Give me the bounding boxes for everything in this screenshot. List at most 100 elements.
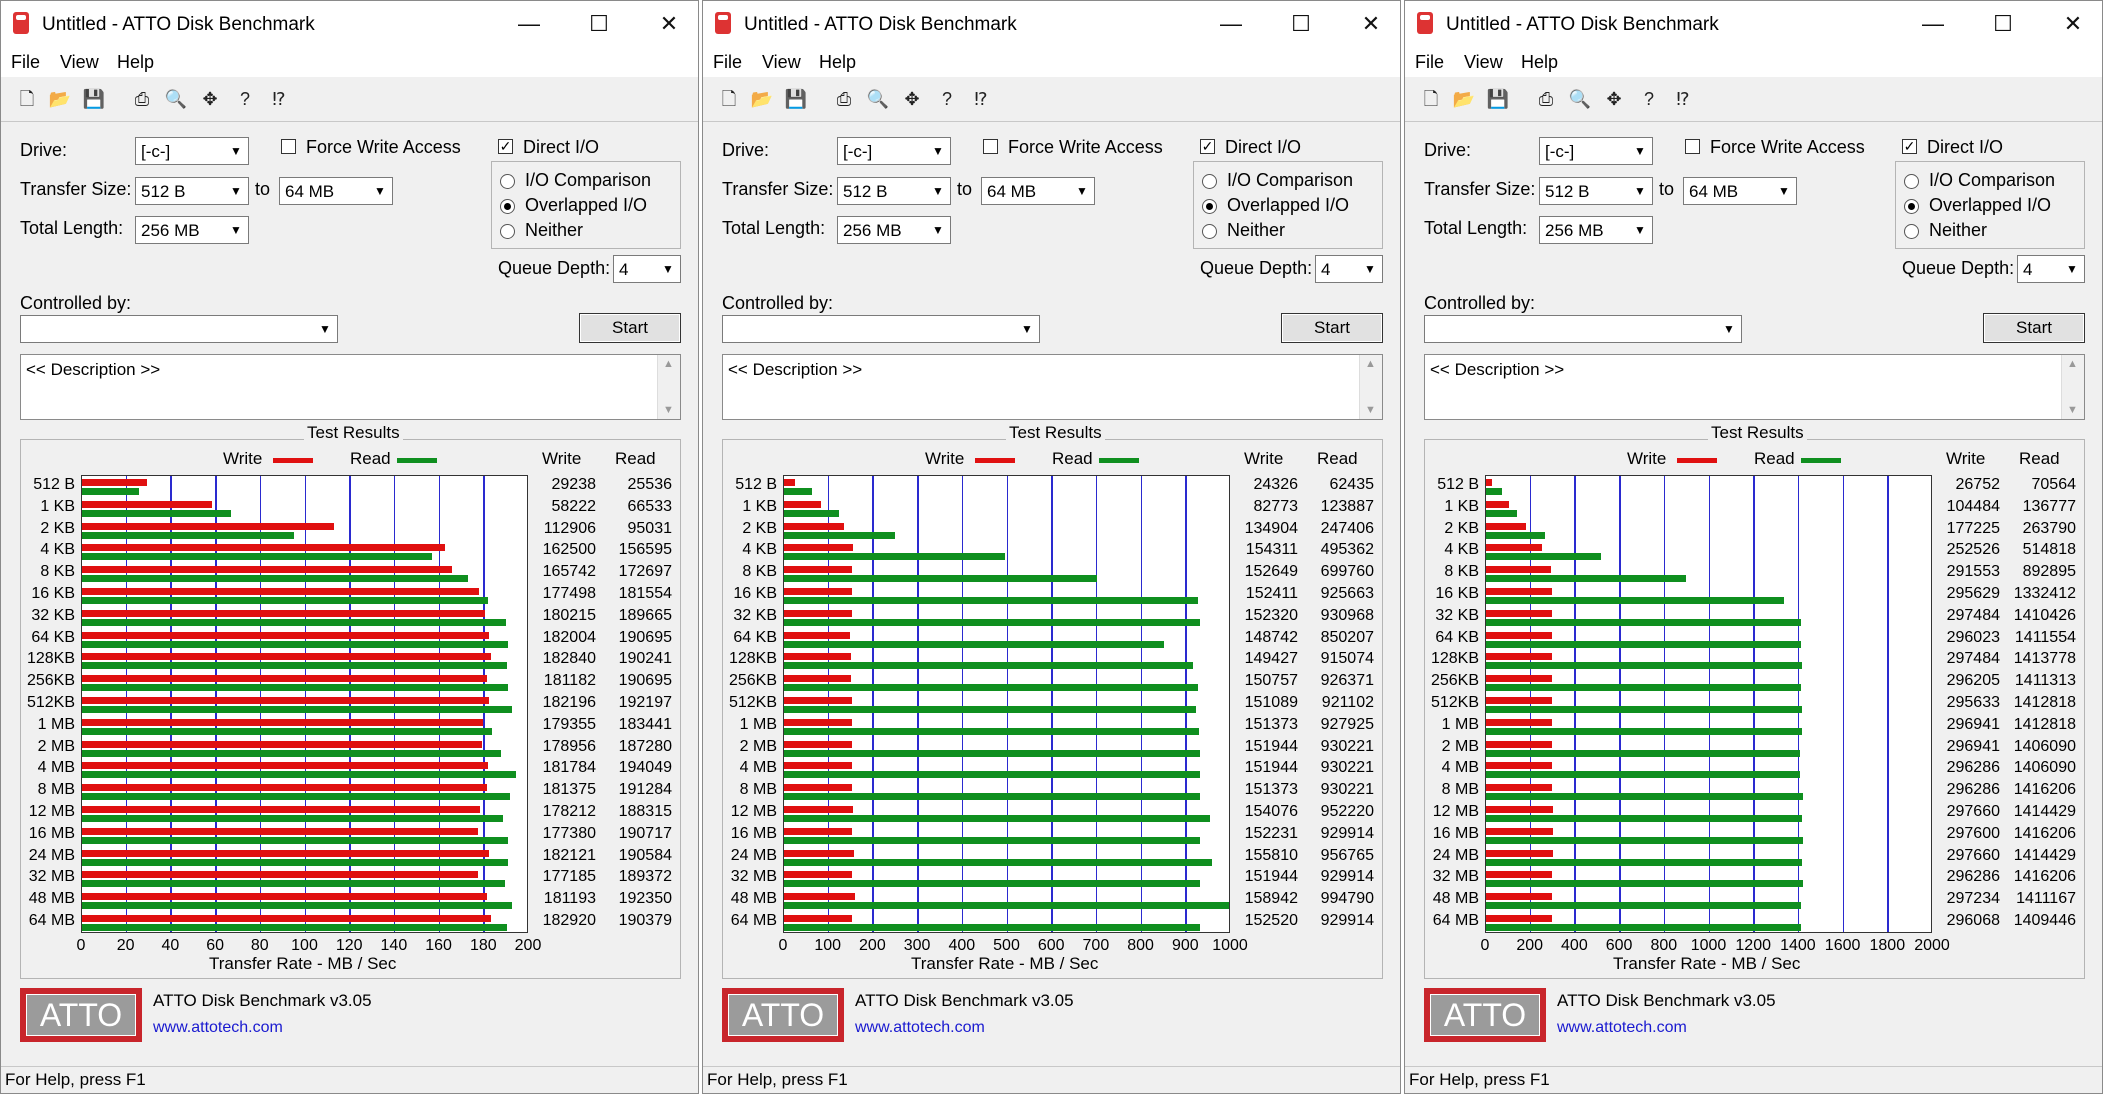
neither-radio[interactable] [500, 224, 515, 239]
overlapped-io-radio[interactable] [1202, 199, 1217, 214]
open-icon[interactable]: 📂 [46, 85, 74, 113]
maximize-button[interactable]: ☐ [1271, 9, 1331, 39]
transfer-from-select[interactable]: 512 B ▼ [837, 177, 951, 205]
drive-select[interactable]: [-c-] ▼ [1539, 137, 1653, 165]
print-icon[interactable]: ⎙ [830, 85, 858, 113]
move-icon[interactable]: ✥ [1600, 85, 1628, 113]
write-value: 178956 [542, 737, 596, 755]
y-tick-label: 4 KB [1444, 541, 1479, 559]
force-write-checkbox[interactable] [281, 139, 296, 154]
minimize-button[interactable]: — [1201, 9, 1261, 39]
overlapped-io-radio[interactable] [500, 199, 515, 214]
queue-depth-select[interactable]: 4 ▼ [1315, 255, 1383, 283]
print-preview-icon[interactable]: 🔍 [162, 85, 190, 113]
drive-select[interactable]: [-c-] ▼ [135, 137, 249, 165]
save-icon[interactable]: 💾 [1484, 85, 1512, 113]
new-icon[interactable]: 🗋 [1417, 85, 1445, 113]
save-icon[interactable]: 💾 [782, 85, 810, 113]
menu-file[interactable]: File [1415, 52, 1444, 73]
description-box[interactable]: << Description >> ▲ ▼ [722, 354, 1383, 420]
close-button[interactable]: ✕ [1341, 9, 1400, 39]
menu-view[interactable]: View [1464, 52, 1503, 73]
menu-help[interactable]: Help [1521, 52, 1558, 73]
move-icon[interactable]: ✥ [196, 85, 224, 113]
print-icon[interactable]: ⎙ [1532, 85, 1560, 113]
attotech-link[interactable]: www.attotech.com [1557, 1019, 1687, 1037]
write-value: 152520 [1244, 912, 1298, 930]
benchmark-window: Untitled - ATTO Disk Benchmark — ☐ ✕ File Vie… [0, 0, 699, 1094]
menu-help[interactable]: Help [819, 52, 856, 73]
total-length-select[interactable]: 256 MB ▼ [837, 216, 951, 244]
menu-help[interactable]: Help [117, 52, 154, 73]
total-length-select[interactable]: 256 MB ▼ [135, 216, 249, 244]
read-bar [1486, 553, 1602, 561]
y-tick-label: 64 KB [1435, 628, 1479, 646]
total-length-select[interactable]: 256 MB ▼ [1539, 216, 1653, 244]
move-icon[interactable]: ✥ [898, 85, 926, 113]
transfer-from-select[interactable]: 512 B ▼ [1539, 177, 1653, 205]
maximize-button[interactable]: ☐ [569, 9, 629, 39]
new-icon[interactable]: 🗋 [13, 85, 41, 113]
test-results-title: Test Results [1708, 423, 1807, 443]
controlled-by-select[interactable]: ▼ [20, 315, 338, 343]
io-comparison-radio[interactable] [500, 174, 515, 189]
minimize-button[interactable]: — [499, 9, 559, 39]
controlled-by-select[interactable]: ▼ [1424, 315, 1742, 343]
menu-view[interactable]: View [762, 52, 801, 73]
transfer-to-select[interactable]: 64 MB ▼ [981, 177, 1095, 205]
save-icon[interactable]: 💾 [80, 85, 108, 113]
help-icon[interactable]: ? [933, 85, 961, 113]
io-comparison-radio[interactable] [1904, 174, 1919, 189]
write-value: 297484 [1946, 606, 2000, 624]
help-icon[interactable]: ? [231, 85, 259, 113]
open-icon[interactable]: 📂 [1450, 85, 1478, 113]
queue-depth-select[interactable]: 4 ▼ [613, 255, 681, 283]
menu-view[interactable]: View [60, 52, 99, 73]
force-write-checkbox[interactable] [983, 139, 998, 154]
maximize-button[interactable]: ☐ [1973, 9, 2033, 39]
neither-radio[interactable] [1904, 224, 1919, 239]
context-help-icon[interactable]: ⁉ [967, 85, 995, 113]
minimize-button[interactable]: — [1903, 9, 1963, 39]
write-bar [82, 915, 491, 923]
open-icon[interactable]: 📂 [748, 85, 776, 113]
help-icon[interactable]: ? [1635, 85, 1663, 113]
force-write-checkbox[interactable] [1685, 139, 1700, 154]
new-icon[interactable]: 🗋 [715, 85, 743, 113]
description-scrollbar[interactable]: ▲ ▼ [2061, 355, 2084, 419]
context-help-icon[interactable]: ⁉ [265, 85, 293, 113]
description-box[interactable]: << Description >> ▲ ▼ [1424, 354, 2085, 420]
attotech-link[interactable]: www.attotech.com [153, 1019, 283, 1037]
direct-io-checkbox[interactable]: ✓ [498, 139, 513, 154]
neither-radio[interactable] [1202, 224, 1217, 239]
transfer-to-select[interactable]: 64 MB ▼ [279, 177, 393, 205]
io-comparison-radio[interactable] [1202, 174, 1217, 189]
print-preview-icon[interactable]: 🔍 [864, 85, 892, 113]
read-value: 190695 [618, 628, 672, 646]
write-value: 296286 [1946, 781, 2000, 799]
menu-file[interactable]: File [713, 52, 742, 73]
start-button[interactable]: Start [1281, 313, 1383, 343]
direct-io-checkbox[interactable]: ✓ [1902, 139, 1917, 154]
print-icon[interactable]: ⎙ [128, 85, 156, 113]
transfer-to-select[interactable]: 64 MB ▼ [1683, 177, 1797, 205]
context-help-icon[interactable]: ⁉ [1669, 85, 1697, 113]
drive-select[interactable]: [-c-] ▼ [837, 137, 951, 165]
start-button[interactable]: Start [579, 313, 681, 343]
transfer-from-select[interactable]: 512 B ▼ [135, 177, 249, 205]
controlled-by-select[interactable]: ▼ [722, 315, 1040, 343]
close-button[interactable]: ✕ [2043, 9, 2102, 39]
menu-file[interactable]: File [11, 52, 40, 73]
queue-depth-select[interactable]: 4 ▼ [2017, 255, 2085, 283]
print-preview-icon[interactable]: 🔍 [1566, 85, 1594, 113]
direct-io-checkbox[interactable]: ✓ [1200, 139, 1215, 154]
description-box[interactable]: << Description >> ▲ ▼ [20, 354, 681, 420]
description-scrollbar[interactable]: ▲ ▼ [1359, 355, 1382, 419]
product-name: ATTO Disk Benchmark v3.05 [1557, 991, 1776, 1010]
overlapped-io-radio[interactable] [1904, 199, 1919, 214]
chevron-down-icon: ▼ [1359, 257, 1381, 281]
close-button[interactable]: ✕ [639, 9, 698, 39]
attotech-link[interactable]: www.attotech.com [855, 1019, 985, 1037]
description-scrollbar[interactable]: ▲ ▼ [657, 355, 680, 419]
start-button[interactable]: Start [1983, 313, 2085, 343]
